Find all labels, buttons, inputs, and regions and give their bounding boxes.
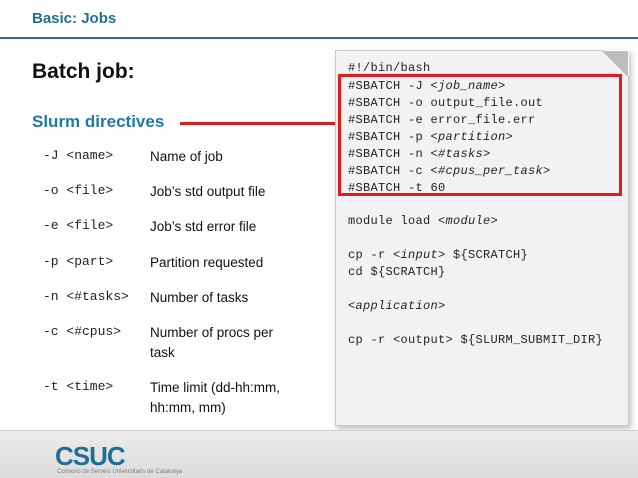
option-description: Number of tasks	[150, 290, 249, 305]
option-flag: -J <name>	[43, 148, 114, 163]
slide-title: Batch job:	[32, 60, 135, 83]
slide-subtitle: Slurm directives	[32, 112, 165, 131]
option-description: Job’s std output file	[150, 184, 266, 199]
footer-divider	[0, 430, 638, 431]
csuc-logo-subtitle: Consorci de Serveis Universitaris de Cat…	[57, 469, 183, 475]
callout-connector-line	[180, 122, 340, 125]
code-line-cd-scratch: cd ${SCRATCH}	[348, 265, 446, 279]
option-flag: -t <time>	[43, 379, 114, 394]
sbatch-highlight-box	[338, 74, 622, 196]
option-flag: -o <file>	[43, 183, 114, 198]
code-line-module-load: module load <module>	[348, 214, 499, 228]
option-description: Name of job	[150, 149, 223, 164]
option-description: Partition requested	[150, 255, 264, 270]
option-flag: -n <#tasks>	[43, 289, 129, 304]
option-description: Number of procs per task	[150, 325, 274, 360]
code-line-application: <application>	[348, 299, 446, 313]
option-description: Job’s std error file	[150, 219, 257, 234]
code-line-copy-input: cp -r <input> ${SCRATCH}	[348, 248, 529, 262]
option-flag: -c <#cpus>	[43, 324, 122, 339]
code-line-shebang: #!/bin/bash	[348, 61, 431, 75]
csuc-logo: CSUC	[55, 441, 126, 471]
option-description: Time limit (dd-hh:mm, hh:mm, mm)	[150, 380, 281, 415]
code-line-copy-output: cp -r <output> ${SLURM_SUBMIT_DIR}	[348, 333, 604, 347]
header-divider	[0, 37, 638, 39]
option-flag: -p <part>	[43, 254, 114, 269]
option-flag: -e <file>	[43, 218, 114, 233]
section-label: Basic: Jobs	[32, 10, 117, 27]
